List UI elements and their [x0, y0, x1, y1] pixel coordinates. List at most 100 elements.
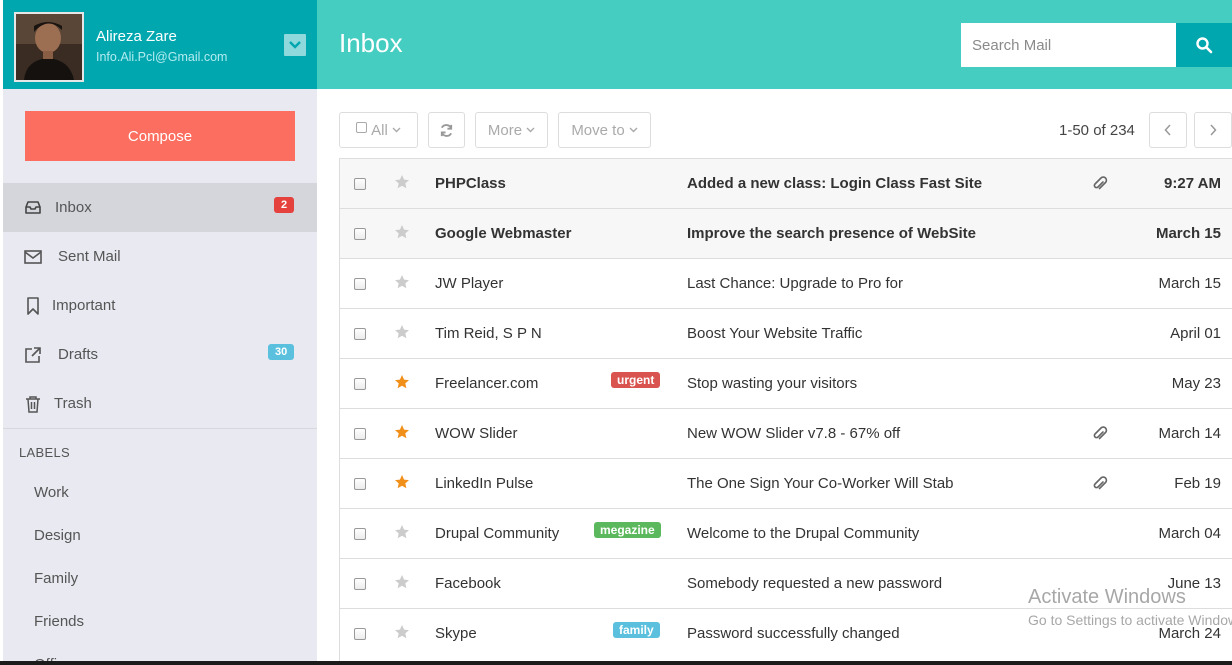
page-title: Inbox — [339, 28, 403, 58]
sidebar-item-label: Trash — [54, 395, 92, 412]
mail-subject: New WOW Slider v7.8 - 67% off — [687, 425, 901, 442]
next-page-button[interactable] — [1194, 112, 1232, 148]
star-icon[interactable] — [394, 324, 410, 340]
mail-sender: Google Webmaster — [435, 225, 572, 242]
mail-date: March 14 — [1158, 425, 1221, 442]
sidebar-item-label: Drafts — [58, 346, 99, 363]
row-checkbox[interactable] — [354, 378, 366, 390]
move-to-label: Move to — [571, 121, 625, 139]
mail-sender: Drupal Community — [435, 525, 560, 542]
sidebar-item-sent-mail[interactable]: Sent Mail — [3, 232, 317, 281]
star-icon[interactable] — [394, 574, 410, 590]
profile-header: Alireza Zare Info.Ali.Pcl@Gmail.com — [3, 0, 317, 89]
sidebar-item-inbox[interactable]: Inbox 2 — [3, 183, 317, 232]
sidebar-divider — [3, 428, 317, 429]
chevron-left-icon — [1164, 124, 1171, 136]
mail-row[interactable]: Drupal Community megazine Welcome to the D… — [340, 508, 1232, 558]
label-tag[interactable]: family — [613, 622, 660, 638]
search-button[interactable] — [1176, 23, 1232, 67]
mail-date: April 01 — [1170, 325, 1221, 342]
row-checkbox[interactable] — [354, 628, 366, 640]
select-all-dropdown[interactable]: All — [339, 112, 418, 148]
sidebar-item-label: Inbox — [55, 199, 92, 216]
compose-button[interactable]: Compose — [25, 111, 295, 161]
chevron-down-icon — [629, 127, 638, 133]
label-tag[interactable]: megazine — [594, 522, 661, 538]
mail-row[interactable]: PHPClass Added a new class: Login Class F… — [340, 158, 1232, 208]
star-icon[interactable] — [394, 274, 410, 290]
select-all-checkbox[interactable] — [356, 121, 368, 133]
mail-sender: Tim Reid, S P N — [435, 325, 542, 342]
row-checkbox[interactable] — [354, 328, 366, 340]
move-to-dropdown[interactable]: Move to — [558, 112, 651, 148]
profile-name: Alireza Zare — [96, 28, 177, 45]
label-family[interactable]: Family — [34, 570, 78, 587]
profile-menu-toggle[interactable] — [284, 34, 306, 56]
sidebar-item-important[interactable]: Important — [3, 281, 317, 330]
drafts-count-badge: 30 — [268, 344, 295, 360]
row-checkbox[interactable] — [354, 228, 366, 240]
mail-subject: Stop wasting your visitors — [687, 375, 858, 392]
trash-icon — [26, 396, 40, 413]
row-checkbox[interactable] — [354, 278, 366, 290]
sidebar-item-trash[interactable]: Trash — [3, 379, 317, 428]
sidebar-item-label: Important — [52, 297, 116, 314]
mail-sender: Skype — [435, 625, 477, 642]
mail-sender: LinkedIn Pulse — [435, 475, 534, 492]
label-design[interactable]: Design — [34, 527, 81, 544]
row-checkbox[interactable] — [354, 478, 366, 490]
star-icon[interactable] — [394, 374, 410, 390]
search-input[interactable] — [961, 23, 1176, 67]
sidebar-item-label: Sent Mail — [58, 248, 121, 265]
paperclip-icon — [1093, 426, 1108, 440]
row-checkbox[interactable] — [354, 178, 366, 190]
mail-date: March 15 — [1155, 225, 1221, 242]
star-icon[interactable] — [394, 174, 410, 190]
refresh-button[interactable] — [428, 112, 465, 148]
star-icon[interactable] — [394, 624, 410, 640]
mail-row[interactable]: Google Webmaster Improve the search prese… — [340, 208, 1232, 258]
star-icon[interactable] — [394, 474, 410, 490]
mail-row[interactable]: WOW Slider New WOW Slider v7.8 - 67% off M… — [340, 408, 1232, 458]
mail-date: 9:27 AM — [1164, 175, 1221, 192]
mail-date: Feb 19 — [1174, 475, 1221, 492]
sidebar: Alireza Zare Info.Ali.Pcl@Gmail.com Comp… — [3, 0, 317, 665]
mail-sender: Freelancer.com — [435, 375, 539, 392]
refresh-icon — [440, 123, 453, 137]
row-checkbox[interactable] — [354, 428, 366, 440]
mail-date: March 15 — [1158, 275, 1221, 292]
mail-subject: Boost Your Website Traffic — [687, 325, 863, 342]
profile-email: Info.Ali.Pcl@Gmail.com — [96, 50, 228, 64]
search-icon — [1196, 37, 1213, 54]
mail-row[interactable]: JW Player Last Chance: Upgrade to Pro for… — [340, 258, 1232, 308]
chevron-down-icon — [289, 41, 301, 49]
mail-date: March 04 — [1158, 525, 1221, 542]
select-all-label: All — [371, 121, 388, 139]
mail-subject: Added a new class: Login Class Fast Site — [687, 175, 983, 192]
star-icon[interactable] — [394, 524, 410, 540]
mail-subject: Password successfully changed — [687, 625, 900, 642]
avatar[interactable] — [14, 12, 84, 82]
mail-subject: Last Chance: Upgrade to Pro for — [687, 275, 903, 292]
chevron-down-icon — [392, 127, 401, 133]
previous-page-button[interactable] — [1149, 112, 1187, 148]
mail-row[interactable]: Tim Reid, S P N Boost Your Website Traffi… — [340, 308, 1232, 358]
unread-count-badge: 2 — [274, 197, 295, 213]
star-icon[interactable] — [394, 424, 410, 440]
row-checkbox[interactable] — [354, 528, 366, 540]
header: Inbox — [317, 0, 1232, 89]
label-tag[interactable]: urgent — [611, 372, 661, 388]
mail-row[interactable]: Freelancer.com urgent Stop wasting your vi… — [340, 358, 1232, 408]
label-friends[interactable]: Friends — [34, 613, 84, 630]
mail-subject: The One Sign Your Co-Worker Will Stab — [687, 475, 954, 492]
chevron-down-icon — [526, 127, 535, 133]
mail-subject: Improve the search presence of WebSite — [687, 225, 976, 242]
label-work[interactable]: Work — [34, 484, 69, 501]
mail-row[interactable]: LinkedIn Pulse The One Sign Your Co-Worke… — [340, 458, 1232, 508]
star-icon[interactable] — [394, 224, 410, 240]
row-checkbox[interactable] — [354, 578, 366, 590]
sidebar-item-drafts[interactable]: Drafts 30 — [3, 330, 317, 379]
bookmark-icon — [27, 297, 39, 315]
activate-windows-title: Activate Windows — [1028, 586, 1186, 608]
more-dropdown[interactable]: More — [475, 112, 548, 148]
